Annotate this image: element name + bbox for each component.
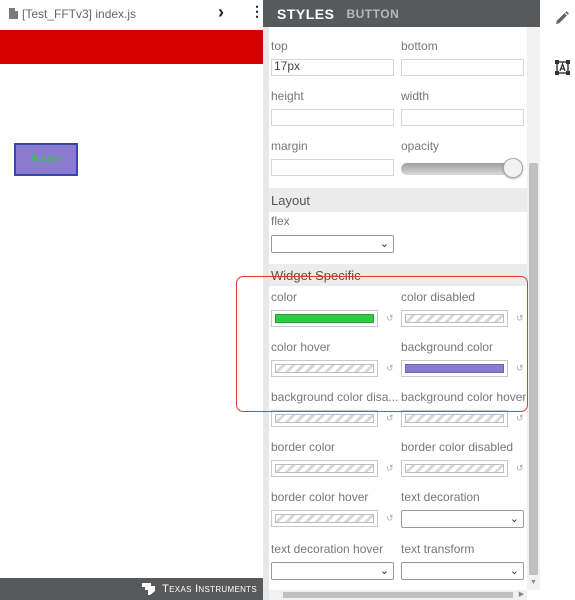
- background-color-disabled-swatch: [275, 414, 374, 423]
- scroll-down-arrow-icon[interactable]: ▼: [529, 578, 538, 588]
- flex-label: flex: [271, 214, 290, 228]
- footer-brand: Texas Instruments: [162, 583, 257, 595]
- panel-subtitle: BUTTON: [346, 6, 400, 21]
- file-icon: [9, 8, 18, 19]
- text-transform-select[interactable]: ⌄: [401, 562, 524, 580]
- footer-bar: Texas Instruments: [0, 578, 263, 600]
- opacity-slider-handle[interactable]: [503, 158, 523, 178]
- text-decoration-hover-label: text decoration hover: [271, 542, 384, 556]
- border-color-hover-label: border color hover: [271, 490, 369, 504]
- horizontal-scroll-thumb[interactable]: [283, 592, 513, 598]
- margin-input[interactable]: [271, 159, 394, 176]
- opacity-label: opacity: [401, 139, 440, 153]
- select-text-icon[interactable]: [554, 59, 571, 76]
- panel-title: STYLES: [277, 5, 335, 22]
- red-banner: [0, 30, 263, 64]
- top-label: top: [271, 39, 288, 53]
- chevron-down-icon: ⌄: [379, 565, 389, 577]
- border-color-disabled-swatch: [405, 464, 504, 473]
- flex-select[interactable]: ⌄: [271, 235, 394, 253]
- background-color-disabled-picker[interactable]: [271, 410, 378, 427]
- text-decoration-label: text decoration: [401, 490, 480, 504]
- border-color-picker[interactable]: [271, 460, 378, 477]
- height-label: height: [271, 89, 304, 103]
- ti-logo-icon: [142, 583, 156, 595]
- vertical-scroll-thumb[interactable]: [529, 163, 538, 575]
- text-decoration-select[interactable]: ⌄: [401, 510, 524, 528]
- width-label: width: [401, 89, 430, 103]
- chevron-down-icon: ⌄: [509, 565, 519, 577]
- next-chevron-icon[interactable]: ›: [218, 2, 224, 23]
- height-input[interactable]: [271, 109, 394, 126]
- highlight-annotation: [236, 276, 528, 412]
- reset-icon[interactable]: ↺: [386, 413, 394, 424]
- top-input[interactable]: 17px: [271, 59, 394, 76]
- border-color-disabled-picker[interactable]: [401, 460, 508, 477]
- reset-icon[interactable]: ↺: [516, 413, 524, 424]
- border-color-label: border color: [271, 440, 336, 454]
- width-input[interactable]: [401, 109, 524, 126]
- margin-label: margin: [271, 139, 308, 153]
- border-color-disabled-label: border color disabled: [401, 440, 514, 454]
- border-color-hover-picker[interactable]: [271, 510, 378, 527]
- preview-button-label: Button: [31, 154, 61, 165]
- border-color-hover-swatch: [275, 514, 374, 523]
- border-color-swatch: [275, 464, 374, 473]
- reset-icon[interactable]: ↺: [516, 463, 524, 474]
- chevron-down-icon: ⌄: [379, 238, 389, 250]
- reset-icon[interactable]: ↺: [386, 513, 394, 524]
- file-title: [Test_FFTv3] index.js: [22, 6, 137, 21]
- reset-icon[interactable]: ↺: [386, 463, 394, 474]
- right-toolbar: [540, 0, 575, 600]
- preview-pane: [0, 0, 263, 600]
- chevron-down-icon: ⌄: [509, 513, 519, 525]
- more-menu-icon[interactable]: ⋮: [250, 3, 264, 20]
- background-color-hover-swatch: [405, 414, 504, 423]
- text-decoration-hover-select[interactable]: ⌄: [271, 562, 394, 580]
- bottom-label: bottom: [401, 39, 438, 53]
- scroll-right-arrow-icon[interactable]: ▶: [516, 590, 527, 600]
- bottom-input[interactable]: [401, 59, 524, 76]
- text-transform-label: text transform: [401, 542, 475, 556]
- layout-section-title: Layout: [271, 193, 311, 208]
- styles-panel-header: STYLES BUTTON: [263, 0, 540, 27]
- pencil-icon[interactable]: [554, 10, 570, 26]
- preview-button[interactable]: Button: [14, 143, 78, 176]
- background-color-hover-picker[interactable]: [401, 410, 508, 427]
